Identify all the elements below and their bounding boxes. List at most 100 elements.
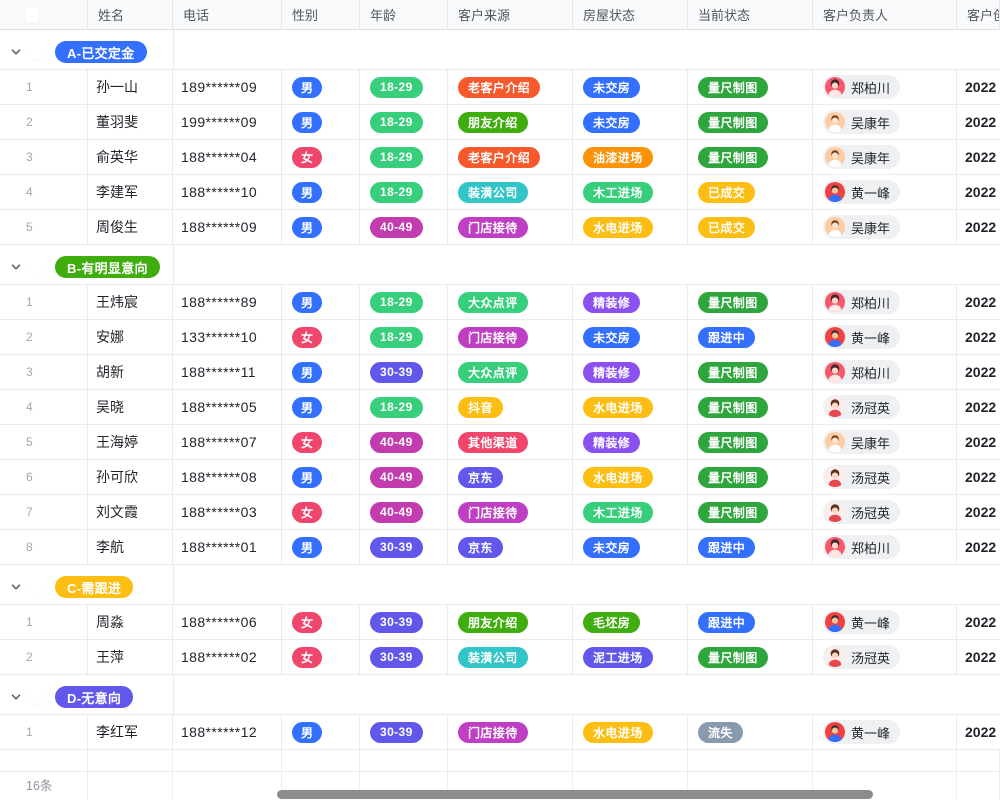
cell-owner[interactable]: 吴康年 <box>813 140 957 174</box>
cell-current-status[interactable]: 量尺制图 <box>688 105 813 139</box>
cell-created-date[interactable]: 2022 <box>957 210 1000 244</box>
cell-gender[interactable]: 男 <box>282 105 360 139</box>
cell-current-status[interactable]: 跟进中 <box>688 320 813 354</box>
cell-age[interactable]: 30-39 <box>360 640 448 674</box>
cell-current-status[interactable]: 量尺制图 <box>688 70 813 104</box>
cell-name[interactable]: 孙可欣 <box>88 460 173 494</box>
cell-source[interactable]: 京东 <box>448 460 573 494</box>
cell-created-date[interactable]: 2022 <box>957 715 1000 749</box>
cell-source[interactable]: 门店接待 <box>448 210 573 244</box>
cell-current-status[interactable]: 量尺制图 <box>688 355 813 389</box>
cell-name[interactable]: 李建军 <box>88 175 173 209</box>
cell-house-status[interactable]: 未交房 <box>573 105 688 139</box>
column-header-4[interactable]: 年龄 <box>360 0 448 29</box>
cell-owner[interactable]: 汤冠英 <box>813 495 957 529</box>
cell-source[interactable]: 装潢公司 <box>448 175 573 209</box>
cell-name[interactable]: 王炜宸 <box>88 285 173 319</box>
cell-age[interactable]: 30-39 <box>360 715 448 749</box>
cell-created-date[interactable]: 2022 <box>957 175 1000 209</box>
column-header-1[interactable]: 姓名 <box>88 0 173 29</box>
group-checkbox[interactable] <box>32 45 46 59</box>
row-index[interactable]: 4 <box>0 175 88 209</box>
cell-created-date[interactable]: 2022 <box>957 425 1000 459</box>
column-header-9[interactable]: 客户创建日期 <box>957 0 1000 29</box>
row-index[interactable]: 1 <box>0 605 88 639</box>
cell-owner[interactable]: 吴康年 <box>813 425 957 459</box>
cell-owner[interactable]: 吴康年 <box>813 105 957 139</box>
cell-house-status[interactable]: 未交房 <box>573 70 688 104</box>
cell-owner[interactable]: 郑柏川 <box>813 355 957 389</box>
cell-source[interactable]: 门店接待 <box>448 495 573 529</box>
row-index[interactable]: 4 <box>0 390 88 424</box>
cell-owner[interactable]: 汤冠英 <box>813 640 957 674</box>
cell-phone[interactable]: 188******02 <box>173 640 282 674</box>
column-header-3[interactable]: 性别 <box>282 0 360 29</box>
cell-age[interactable]: 18-29 <box>360 390 448 424</box>
cell-current-status[interactable]: 量尺制图 <box>688 425 813 459</box>
group-checkbox[interactable] <box>32 260 46 274</box>
group-checkbox[interactable] <box>32 580 46 594</box>
cell-gender[interactable]: 男 <box>282 70 360 104</box>
cell-current-status[interactable]: 量尺制图 <box>688 495 813 529</box>
cell-current-status[interactable]: 量尺制图 <box>688 390 813 424</box>
row-index[interactable]: 3 <box>0 140 88 174</box>
cell-owner[interactable]: 黄一峰 <box>813 320 957 354</box>
row-index[interactable]: 1 <box>0 285 88 319</box>
cell-house-status[interactable]: 泥工进场 <box>573 640 688 674</box>
cell-house-status[interactable]: 油漆进场 <box>573 140 688 174</box>
row-index[interactable]: 2 <box>0 320 88 354</box>
horizontal-scrollbar[interactable] <box>277 790 873 799</box>
cell-gender[interactable]: 女 <box>282 320 360 354</box>
cell-gender[interactable]: 女 <box>282 140 360 174</box>
row-index[interactable]: 3 <box>0 355 88 389</box>
cell-phone[interactable]: 188******89 <box>173 285 282 319</box>
cell-age[interactable]: 18-29 <box>360 175 448 209</box>
cell-name[interactable]: 胡新 <box>88 355 173 389</box>
cell-source[interactable]: 大众点评 <box>448 285 573 319</box>
row-index[interactable]: 2 <box>0 105 88 139</box>
column-header-6[interactable]: 房屋状态 <box>573 0 688 29</box>
cell-phone[interactable]: 188******08 <box>173 460 282 494</box>
cell-current-status[interactable]: 跟进中 <box>688 530 813 564</box>
cell-phone[interactable]: 188******10 <box>173 175 282 209</box>
cell-name[interactable]: 李红军 <box>88 715 173 749</box>
cell-source[interactable]: 装潢公司 <box>448 640 573 674</box>
cell-gender[interactable]: 男 <box>282 210 360 244</box>
group-checkbox[interactable] <box>32 690 46 704</box>
row-index[interactable]: 1 <box>0 70 88 104</box>
cell-current-status[interactable]: 已成交 <box>688 210 813 244</box>
cell-owner[interactable]: 郑柏川 <box>813 285 957 319</box>
cell-owner[interactable]: 吴康年 <box>813 210 957 244</box>
cell-created-date[interactable]: 2022 <box>957 70 1000 104</box>
cell-phone[interactable]: 199******09 <box>173 105 282 139</box>
cell-age[interactable]: 18-29 <box>360 140 448 174</box>
cell-created-date[interactable]: 2022 <box>957 105 1000 139</box>
group-header-band[interactable]: C-需跟进 <box>0 565 1000 605</box>
row-index[interactable]: 8 <box>0 530 88 564</box>
cell-owner[interactable]: 郑柏川 <box>813 530 957 564</box>
cell-created-date[interactable]: 2022 <box>957 285 1000 319</box>
group-header-band[interactable]: A-已交定金 <box>0 30 1000 70</box>
cell-phone[interactable]: 188******09 <box>173 210 282 244</box>
cell-gender[interactable]: 男 <box>282 355 360 389</box>
cell-phone[interactable]: 133******10 <box>173 320 282 354</box>
cell-created-date[interactable]: 2022 <box>957 460 1000 494</box>
cell-house-status[interactable]: 精装修 <box>573 285 688 319</box>
cell-gender[interactable]: 男 <box>282 285 360 319</box>
cell-name[interactable]: 李航 <box>88 530 173 564</box>
cell-created-date[interactable]: 2022 <box>957 320 1000 354</box>
cell-source[interactable]: 门店接待 <box>448 715 573 749</box>
cell-phone[interactable]: 188******04 <box>173 140 282 174</box>
cell-house-status[interactable]: 水电进场 <box>573 715 688 749</box>
cell-house-status[interactable]: 未交房 <box>573 530 688 564</box>
cell-house-status[interactable]: 水电进场 <box>573 390 688 424</box>
cell-name[interactable]: 吴晓 <box>88 390 173 424</box>
cell-source[interactable]: 抖音 <box>448 390 573 424</box>
cell-owner[interactable]: 黄一峰 <box>813 175 957 209</box>
cell-age[interactable]: 18-29 <box>360 70 448 104</box>
cell-house-status[interactable]: 木工进场 <box>573 175 688 209</box>
cell-source[interactable]: 京东 <box>448 530 573 564</box>
cell-house-status[interactable]: 精装修 <box>573 355 688 389</box>
cell-name[interactable]: 俞英华 <box>88 140 173 174</box>
cell-phone[interactable]: 188******12 <box>173 715 282 749</box>
